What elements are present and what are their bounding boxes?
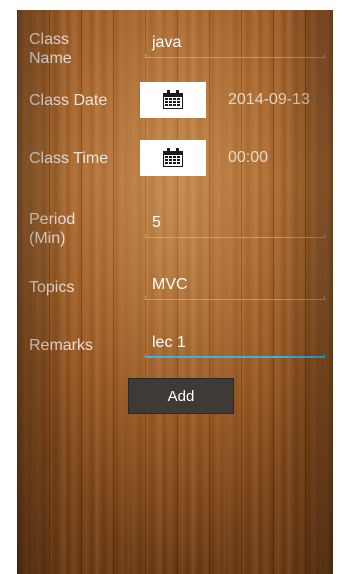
class-date-value: 2014-09-13 <box>228 91 310 108</box>
class-time-value: 00:00 <box>228 149 269 166</box>
calendar-icon <box>163 90 183 109</box>
class-name-value: java <box>152 34 182 51</box>
class-time-label: Class Time <box>29 150 109 167</box>
class-name-label: Class Name <box>29 31 72 67</box>
remarks-label: Remarks <box>29 337 94 354</box>
period-label: Period (Min) <box>29 211 76 247</box>
topics-underline <box>145 296 325 300</box>
class-time-picker-button[interactable] <box>140 140 206 176</box>
screen: Class Name java Class Date 2014-09-13 Cl… <box>17 10 333 574</box>
calendar-icon <box>163 148 183 167</box>
remarks-underline <box>145 354 325 358</box>
period-underline <box>145 234 325 238</box>
class-date-label: Class Date <box>29 92 108 109</box>
topics-label: Topics <box>29 279 75 296</box>
topics-value: MVC <box>152 276 188 293</box>
period-field[interactable]: 5 <box>145 210 325 240</box>
class-name-underline <box>145 54 325 58</box>
period-value: 5 <box>152 214 161 231</box>
add-button[interactable]: Add <box>128 378 234 414</box>
topics-field[interactable]: MVC <box>145 272 325 302</box>
remarks-field[interactable]: lec 1 <box>145 330 325 360</box>
remarks-value: lec 1 <box>152 334 186 351</box>
class-date-picker-button[interactable] <box>140 82 206 118</box>
class-name-field[interactable]: java <box>145 30 325 60</box>
